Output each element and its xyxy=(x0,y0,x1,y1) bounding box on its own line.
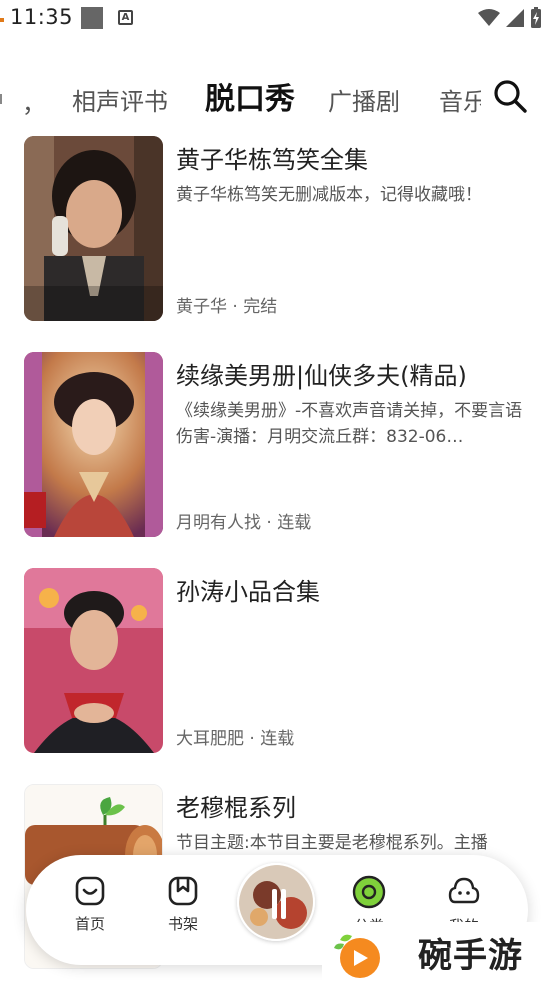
book-meta: 大耳肥肥 · 连载 xyxy=(176,729,295,749)
book-title: 黄子华栋笃笑全集 xyxy=(176,146,368,174)
watermark: 碗手游网 xyxy=(322,922,554,986)
search-icon xyxy=(494,80,527,113)
book-meta: 黄子华 · 完结 xyxy=(176,297,278,317)
tab-talkshow[interactable]: 脱口秀 xyxy=(205,74,295,118)
book-title: 续缘美男册|仙侠多夫(精品) xyxy=(176,362,467,390)
book-cover xyxy=(24,568,163,753)
player-button[interactable] xyxy=(237,863,315,941)
signal-icon xyxy=(506,9,524,27)
nav-bookshelf[interactable]: 书架 xyxy=(153,875,213,934)
book-cover xyxy=(24,352,163,537)
bookshelf-icon xyxy=(168,876,198,906)
watermark-logo-icon xyxy=(334,934,380,978)
status-bar: 11:35 A xyxy=(0,0,554,38)
tab-radio-drama[interactable]: 广播剧 xyxy=(328,82,400,117)
battery-icon xyxy=(531,7,541,28)
search-button[interactable] xyxy=(490,76,530,116)
watermark-text: 碗手游网 xyxy=(418,936,523,986)
edge-mark xyxy=(0,18,4,22)
notification-icon xyxy=(81,7,103,29)
app-a-icon: A xyxy=(118,10,133,25)
book-title: 孙涛小品合集 xyxy=(176,578,320,606)
tab-music[interactable]: 音乐 xyxy=(439,82,481,117)
category-tabs: ， 相声评书 脱口秀 广播剧 音乐 xyxy=(0,62,554,124)
status-icons xyxy=(478,7,542,29)
tab-partial[interactable]: ， xyxy=(22,84,46,119)
nav-home[interactable]: 首页 xyxy=(60,875,120,934)
book-item[interactable]: 黄子华栋笃笑全集 黄子华栋笃笑无删减版本，记得收藏哦！ 黄子华 · 完结 xyxy=(0,130,554,321)
nav-home-label: 首页 xyxy=(74,915,105,933)
book-description: 黄子华栋笃笑无删减版本，记得收藏哦！ xyxy=(176,185,482,205)
tab-crosstalk[interactable]: 相声评书 xyxy=(72,82,168,117)
book-title: 老穆棍系列 xyxy=(176,794,296,822)
book-item[interactable]: 续缘美男册|仙侠多夫(精品) 《续缘美男册》-不喜欢声音请关掉，不要言语伤害-演… xyxy=(0,346,554,537)
book-cover xyxy=(24,136,163,321)
category-icon xyxy=(352,875,386,909)
nav-bookshelf-label: 书架 xyxy=(167,915,198,933)
wifi-icon xyxy=(478,9,500,26)
book-item[interactable]: 孙涛小品合集 大耳肥肥 · 连载 xyxy=(0,562,554,753)
home-icon xyxy=(75,876,105,906)
profile-icon xyxy=(448,877,480,904)
book-description: 节目主题:本节目主要是老穆棍系列。主播 xyxy=(176,833,488,853)
book-meta: 月明有人找 · 连载 xyxy=(176,513,312,533)
book-description: 《续缘美男册》-不喜欢声音请关掉，不要言语伤害-演播：月明交流丘群：832-06… xyxy=(176,401,523,447)
status-time: 11:35 xyxy=(10,5,74,29)
